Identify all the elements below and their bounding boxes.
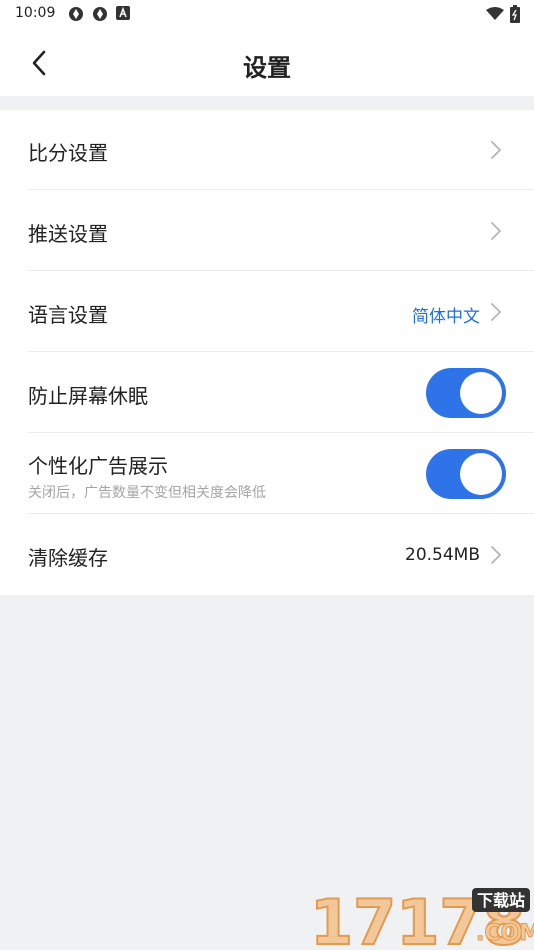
sync-icon (69, 7, 83, 21)
toggle-knob (460, 372, 502, 414)
svg-text:下载站: 下载站 (477, 891, 525, 910)
battery-icon (510, 5, 520, 23)
toggle-knob (460, 453, 502, 495)
keep-awake-toggle[interactable] (426, 368, 506, 418)
personalized-ads-row: 个性化广告展示 关闭后，广告数量不变但相关度会降低 (28, 434, 534, 514)
chevron-right-icon (491, 546, 501, 564)
status-time: 10:09 (15, 5, 56, 21)
settings-list: 比分设置 推送设置 语言设置 简体中文 防止屏幕休眠 个性化广告展示 关闭后，广… (0, 110, 534, 595)
chevron-right-icon (491, 222, 501, 240)
personalized-ads-label: 个性化广告展示 (28, 454, 168, 478)
page-title: 设置 (243, 54, 291, 82)
keep-awake-label: 防止屏幕休眠 (28, 384, 148, 408)
font-icon (116, 6, 130, 20)
personalized-ads-description: 关闭后，广告数量不变但相关度会降低 (28, 485, 266, 501)
clear-cache-label: 清除缓存 (28, 546, 108, 570)
status-bar: 10:09 (0, 0, 534, 28)
wifi-icon (486, 7, 504, 20)
status-icons-right (486, 5, 520, 23)
chevron-right-icon (491, 141, 501, 159)
chevron-right-icon (491, 303, 501, 321)
push-settings-label: 推送设置 (28, 222, 108, 246)
score-settings-label: 比分设置 (28, 141, 108, 165)
svg-text:.COM: .COM (476, 921, 534, 946)
score-settings-row[interactable]: 比分设置 (28, 110, 534, 190)
cache-size-value: 20.54MB (405, 545, 480, 565)
app-header: 设置 (0, 28, 534, 96)
language-value: 简体中文 (412, 307, 480, 327)
keep-awake-row: 防止屏幕休眠 (28, 353, 534, 433)
language-settings-row[interactable]: 语言设置 简体中文 (28, 272, 534, 352)
sync-icon (93, 7, 107, 21)
push-settings-row[interactable]: 推送设置 (28, 191, 534, 271)
personalized-ads-toggle[interactable] (426, 449, 506, 499)
language-settings-label: 语言设置 (28, 303, 108, 327)
clear-cache-row[interactable]: 清除缓存 20.54MB (28, 515, 534, 595)
watermark-logo: 17178 下载站 .COM (309, 885, 534, 950)
status-icons-left (68, 6, 130, 22)
